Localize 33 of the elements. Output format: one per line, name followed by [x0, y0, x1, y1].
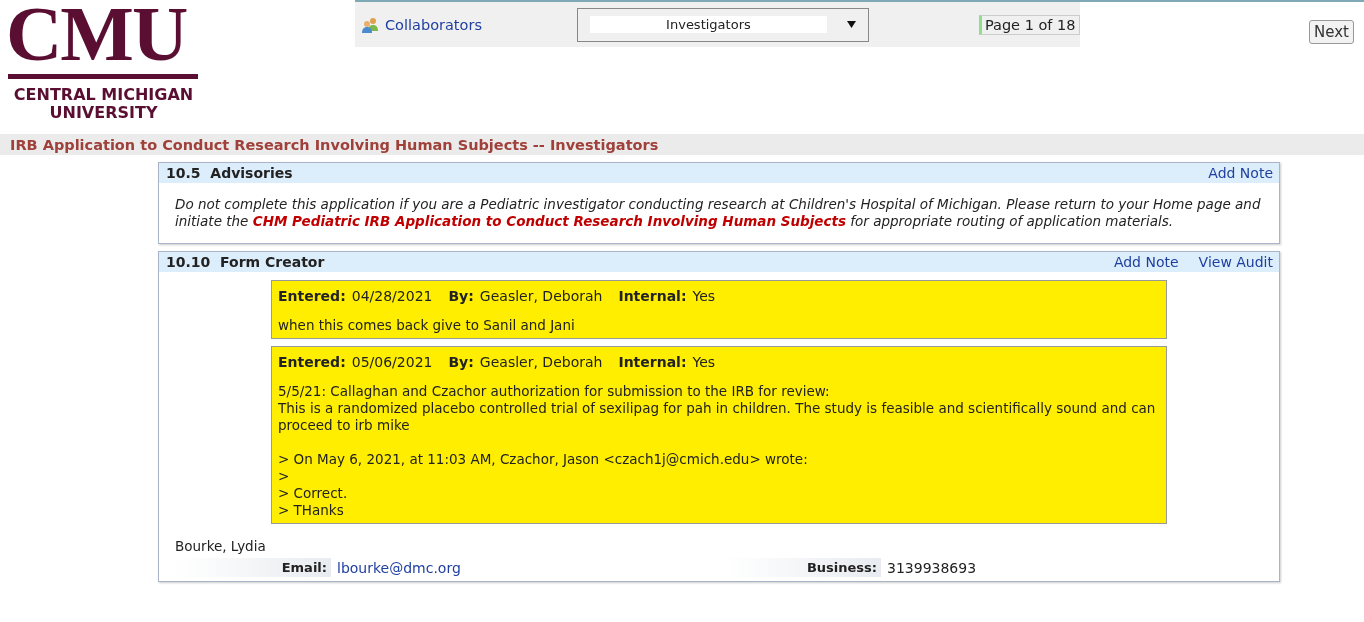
section-action-link[interactable]: Add Note [1208, 165, 1273, 181]
note-text: when this comes back give to Sanil and Jani [278, 317, 576, 334]
person-name: Bourke, Lydia [174, 537, 267, 554]
section-title: 10.5 Advisories [166, 165, 294, 181]
section-select[interactable]: Investigators [576, 7, 869, 42]
people-icon [361, 15, 379, 34]
entered-value: 04/28/2021 [351, 288, 433, 304]
field-value: 3139938693 [887, 559, 977, 576]
page-indicator: Page 1 of 18 [978, 14, 1080, 35]
section-action-link[interactable]: View Audit [1198, 254, 1273, 270]
by-label: By: [448, 354, 474, 370]
internal-label: Internal: [618, 288, 687, 304]
internal-value: Yes [692, 354, 716, 370]
note-text: 5/5/21: Callaghan and Czachor authorization for submission to the IRB for review: This is a randomized placebo controlled trial of sexilipag for pah in children. The study is feasible and scientifically sound and can proceed to irb mike > On May 6, 2021, at 11:03 AM, Czachor, Jason <czach1j@cmich.edu> wrote: > > Correct. > THanks [278, 383, 1157, 519]
internal-value: Yes [692, 288, 716, 304]
next-button[interactable]: Next [1309, 20, 1354, 44]
by-label: By: [448, 288, 474, 304]
section-title: 10.10 Form Creator [166, 254, 326, 270]
entered-label: Entered: [278, 288, 346, 304]
dropdown-arrow-icon [846, 21, 856, 28]
logo-text: CENTRAL MICHIGAN [12, 86, 195, 104]
by-value: Geasler, Deborah [479, 288, 603, 304]
advisory-text: Do not complete this application if you are a Pediatric investigator conducting research at Children's Hospital of Michigan. Please return to your Home page and initiate the CHM Pediatric IRB Application to Conduct Research Involving Human Subjects for appropriate routing of application materials. [174, 195, 1262, 231]
by-value: Geasler, Deborah [479, 354, 603, 370]
page-title: IRB Application to Conduct Research Involving Human Subjects -- Investigators [10, 136, 659, 153]
entered-value: 05/06/2021 [351, 354, 433, 370]
logo-text: UNIVERSITY [48, 104, 159, 122]
entered-label: Entered: [278, 354, 346, 370]
internal-label: Internal: [618, 354, 687, 370]
email-link[interactable]: lbourke@dmc.org [337, 559, 461, 576]
collaborators-link[interactable]: Collaborators [361, 15, 482, 34]
logo-wordmark: CMU [6, 0, 188, 70]
section-action-link[interactable]: Add Note [1113, 254, 1179, 270]
